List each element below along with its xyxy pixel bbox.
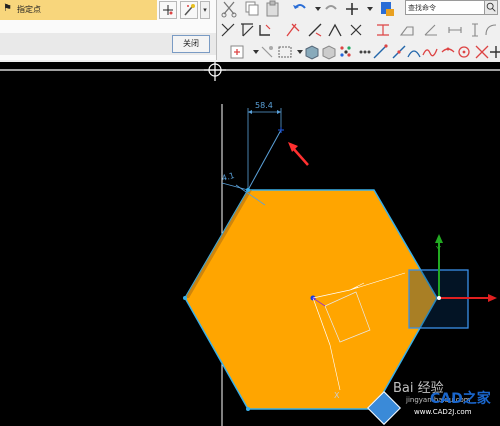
point-constructor-button[interactable] (159, 1, 177, 19)
quick-extend-icon[interactable] (306, 21, 324, 39)
add-icon[interactable] (343, 0, 361, 18)
specify-point-dialog: ⚑ 指定点 ▾ 关闭 (0, 0, 217, 60)
trim-icon[interactable] (219, 21, 237, 39)
graphics-canvas[interactable]: 58.4 4.1 X Y (0, 62, 500, 426)
magic-wand-icon (184, 4, 195, 16)
quick-trim-icon[interactable] (284, 21, 302, 39)
top-ui-area: ⚑ 指定点 ▾ 关闭 查找命令 (0, 0, 500, 62)
red-arrow-icon (288, 142, 309, 166)
paste-icon[interactable] (264, 0, 282, 18)
spline-icon[interactable] (421, 43, 439, 61)
plus-point-icon[interactable] (487, 43, 500, 61)
fillet-icon[interactable] (374, 21, 392, 39)
axis-label-y: Y (435, 245, 441, 254)
specify-point-label: 指定点 (17, 5, 41, 14)
extend-icon[interactable] (238, 21, 256, 39)
dimension-horizontal[interactable] (247, 108, 282, 190)
dimension-vertical-value[interactable]: 4.1 (221, 171, 236, 183)
search-input[interactable]: 查找命令 (405, 0, 485, 15)
circle-center-icon[interactable] (455, 43, 473, 61)
face-icon[interactable] (320, 43, 338, 61)
cut-icon[interactable] (220, 0, 238, 18)
sketch-edit-icon[interactable] (347, 21, 365, 39)
vertex-marker (246, 188, 250, 192)
copy-icon[interactable] (243, 0, 261, 18)
point-grid-icon[interactable] (337, 43, 355, 61)
crosshair-plus-icon (163, 5, 173, 15)
angle-icon[interactable] (422, 21, 440, 39)
chamfer-icon[interactable] (398, 21, 416, 39)
solid-body-icon[interactable] (303, 43, 321, 61)
close-button[interactable]: 关闭 (172, 35, 210, 53)
make-corner-icon[interactable] (326, 21, 344, 39)
horizontal-dim-icon[interactable] (446, 21, 464, 39)
snap-options-dropdown[interactable]: ▾ (200, 1, 210, 19)
watermark-brand: CAD之家 (430, 391, 491, 407)
line-endpoint-icon[interactable] (371, 43, 389, 61)
specify-point-row[interactable]: ⚑ 指定点 (0, 0, 157, 20)
construction-line (247, 129, 282, 191)
undo-icon[interactable] (291, 0, 309, 18)
point-marker[interactable] (278, 127, 284, 133)
watermark-domain: www.CAD2J.com (414, 408, 472, 416)
cursor-crosshair-icon (204, 62, 226, 81)
redo-icon[interactable] (322, 0, 340, 18)
flag-icon: ⚑ (3, 3, 12, 14)
filter-icon[interactable] (258, 43, 276, 61)
axis-label-x-lower: X (334, 391, 340, 400)
sketch-select-icon[interactable] (228, 43, 246, 61)
sketch-view[interactable]: 58.4 4.1 X Y (0, 62, 500, 426)
dimension-horizontal-value[interactable]: 58.4 (255, 101, 273, 110)
vertex-marker (246, 407, 250, 411)
search-icon[interactable] (484, 0, 498, 15)
add-dropdown-icon[interactable] (361, 0, 379, 18)
snap-point-button[interactable] (180, 1, 198, 19)
datum-csys[interactable] (408, 234, 497, 329)
vertex-marker (183, 296, 187, 300)
corner-icon[interactable] (256, 21, 274, 39)
command-finder-icon[interactable] (378, 0, 396, 18)
radius-icon[interactable] (482, 21, 500, 39)
